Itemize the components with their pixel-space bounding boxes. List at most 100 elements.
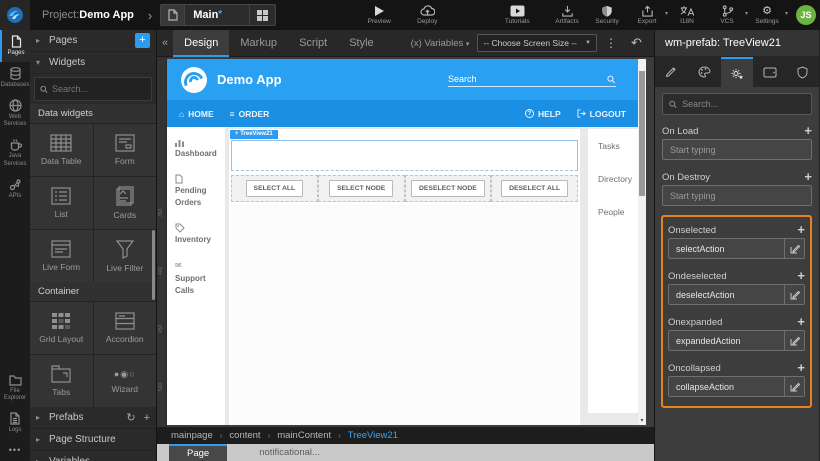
tab-style[interactable]: Style xyxy=(338,30,384,57)
edit-action-button[interactable] xyxy=(784,239,804,258)
rail-item-java-services[interactable]: Java Services xyxy=(0,133,30,173)
pages-section-header[interactable]: ▸ Pages + xyxy=(30,30,156,52)
rail-item-apis[interactable]: APIs xyxy=(0,173,30,205)
treeview-widget[interactable] xyxy=(231,140,578,171)
add-prefab-button[interactable]: + xyxy=(144,412,150,424)
variables-button[interactable]: (x) Variables ▾ xyxy=(411,38,470,49)
add-page-button[interactable]: + xyxy=(135,33,150,48)
widget-tile-live-form[interactable]: Live Form xyxy=(30,230,93,282)
edit-action-button[interactable] xyxy=(784,285,804,304)
events-search-input[interactable] xyxy=(682,99,805,109)
page-selector[interactable]: Main* xyxy=(160,4,276,26)
canvas-scrollbar[interactable]: ▾ xyxy=(638,59,646,425)
add-event-button[interactable]: + xyxy=(797,362,805,374)
screen-size-select[interactable]: -- Choose Screen Size -- ▼ xyxy=(477,34,597,52)
widget-tile-tabs[interactable]: Tabs xyxy=(30,355,93,407)
widget-tile-accordion[interactable]: Accordion xyxy=(94,302,157,354)
onexpanded-input[interactable] xyxy=(676,336,784,346)
widgets-section-header[interactable]: ▾ Widgets xyxy=(30,52,156,74)
tab-devices[interactable] xyxy=(753,57,786,87)
tab-events[interactable] xyxy=(721,57,754,87)
tab-styles[interactable] xyxy=(688,57,721,87)
edit-action-button[interactable] xyxy=(784,377,804,396)
app-search-input[interactable] xyxy=(448,72,607,86)
add-event-button[interactable]: + xyxy=(797,224,805,236)
deselect-node-button[interactable]: DESELECT NODE xyxy=(411,180,485,197)
add-event-button[interactable]: + xyxy=(804,171,812,183)
user-avatar[interactable]: JS xyxy=(796,5,816,25)
right-list-tasks[interactable]: Tasks xyxy=(598,141,638,151)
right-list-directory[interactable]: Directory xyxy=(598,174,638,184)
scrollbar-thumb[interactable] xyxy=(639,71,645,196)
rail-item-file-explorer[interactable]: File Explorer xyxy=(0,369,30,408)
prefabs-section-header[interactable]: ▸ Prefabs ↻ + xyxy=(30,407,156,429)
sidenav-pending-orders[interactable]: Pending Orders xyxy=(175,174,225,209)
panel-scrollbar[interactable] xyxy=(152,230,155,300)
scrollbar-down-icon[interactable]: ▾ xyxy=(638,417,646,424)
collapse-left-panel-button[interactable]: « xyxy=(157,37,173,49)
i18n-button[interactable]: I18N xyxy=(672,5,702,25)
rail-item-logs[interactable]: Logs xyxy=(0,407,30,439)
add-event-button[interactable]: + xyxy=(804,125,812,137)
variables-section-header[interactable]: ▸ Variables xyxy=(30,451,156,461)
tab-design[interactable]: Design xyxy=(173,30,229,57)
tab-script[interactable]: Script xyxy=(288,30,338,57)
rail-more-button[interactable]: ••• xyxy=(0,439,30,461)
widget-tile-list[interactable]: List xyxy=(30,177,93,229)
nav-help[interactable]: ?HELP xyxy=(525,109,561,119)
widget-tile-cards[interactable]: Cards xyxy=(94,177,157,229)
widget-tile-grid-layout[interactable]: Grid Layout xyxy=(30,302,93,354)
vcs-button[interactable]: ▾ VCS xyxy=(712,5,742,25)
nav-logout[interactable]: LOGOUT xyxy=(577,109,626,119)
widget-tile-data-table[interactable]: Data Table xyxy=(30,124,93,176)
breadcrumb-mainpage[interactable]: mainpage xyxy=(171,430,213,441)
tab-markup[interactable]: Markup xyxy=(229,30,288,57)
on-load-input[interactable] xyxy=(670,145,811,155)
widget-search-input[interactable] xyxy=(52,84,146,94)
breadcrumb-content[interactable]: content xyxy=(229,430,260,441)
more-options-button[interactable]: ⋮ xyxy=(605,36,617,50)
settings-button[interactable]: ⚙ ▾ Settings xyxy=(752,5,782,25)
onselected-input[interactable] xyxy=(676,244,784,254)
right-list-people[interactable]: People xyxy=(598,207,638,217)
widget-tile-form[interactable]: Form xyxy=(94,124,157,176)
undo-button[interactable]: ↶ xyxy=(631,35,642,51)
security-button[interactable]: Security xyxy=(592,5,622,25)
select-all-button[interactable]: SELECT ALL xyxy=(246,180,304,197)
select-node-button[interactable]: SELECT NODE xyxy=(329,180,393,197)
oncollapsed-input[interactable] xyxy=(676,382,784,392)
artifacts-button[interactable]: Artifacts xyxy=(552,5,582,25)
breadcrumb-maincontent[interactable]: mainContent xyxy=(277,430,331,441)
sidenav-support-calls[interactable]: ✉ Support Calls xyxy=(175,260,225,297)
rail-item-pages[interactable]: Pages xyxy=(0,30,30,62)
widget-tile-live-filter[interactable]: Live Filter xyxy=(94,230,157,282)
app-search[interactable] xyxy=(448,72,616,87)
page-grid-icon[interactable] xyxy=(249,5,275,25)
add-event-button[interactable]: + xyxy=(797,316,805,328)
deploy-button[interactable]: Deploy xyxy=(410,5,444,25)
wavemaker-logo[interactable] xyxy=(0,0,30,30)
sidenav-inventory[interactable]: Inventory xyxy=(175,223,225,246)
widget-tile-wizard[interactable]: ●◉○ Wizard xyxy=(94,355,157,407)
widget-search[interactable] xyxy=(34,77,152,101)
treeview-widget-chip[interactable]: + TreeView21 xyxy=(230,130,278,139)
tutorials-button[interactable]: Tutorials xyxy=(500,5,534,25)
add-event-button[interactable]: + xyxy=(797,270,805,282)
page-structure-section-header[interactable]: ▸ Page Structure xyxy=(30,429,156,451)
export-button[interactable]: ▾ Export xyxy=(632,5,662,25)
nav-home[interactable]: ⌂HOME xyxy=(179,109,214,119)
bottom-tab-page[interactable]: Page xyxy=(169,444,227,461)
ondeselected-input[interactable] xyxy=(676,290,784,300)
rail-item-databases[interactable]: Databases xyxy=(0,62,30,94)
refresh-icon[interactable]: ↻ xyxy=(126,411,135,424)
rail-item-web-services[interactable]: Web Services xyxy=(0,94,30,134)
sidenav-dashboard[interactable]: Dashboard xyxy=(175,139,225,160)
tab-security-shield[interactable] xyxy=(786,57,819,87)
on-destroy-input[interactable] xyxy=(670,191,811,201)
events-search[interactable] xyxy=(662,93,812,115)
deselect-all-button[interactable]: DESELECT ALL xyxy=(501,180,568,197)
nav-order[interactable]: ≡ORDER xyxy=(230,109,270,119)
breadcrumb-treeview21[interactable]: TreeView21 xyxy=(348,430,398,441)
preview-button[interactable]: Preview xyxy=(362,5,396,25)
edit-action-button[interactable] xyxy=(784,331,804,350)
